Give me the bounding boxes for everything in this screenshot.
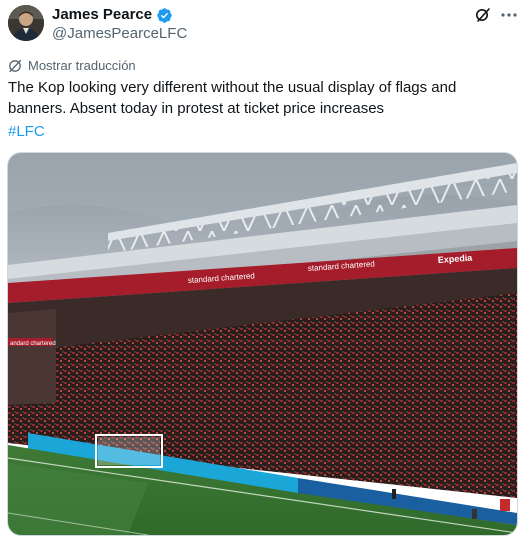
tweet-photo[interactable]: standard chartered Expedia standard char… <box>7 152 518 536</box>
translate-label: Mostrar traducción <box>28 58 136 73</box>
stadium-photo: standard chartered Expedia standard char… <box>8 153 517 535</box>
avatar[interactable] <box>8 5 44 41</box>
hashtag-link[interactable]: #LFC <box>8 121 45 142</box>
grok-icon[interactable] <box>475 7 491 23</box>
author-handle[interactable]: @JamesPearceLFC <box>52 25 187 43</box>
verified-badge-icon <box>156 7 173 24</box>
display-name[interactable]: James Pearce <box>52 6 152 24</box>
more-options-icon[interactable] <box>500 6 518 24</box>
sponsor-sign: andard chartered <box>10 341 56 347</box>
translate-icon <box>8 59 22 73</box>
tweet-text: The Kop looking very different without t… <box>8 79 457 117</box>
tweet-card[interactable]: James Pearce @JamesPearceLFC Mostrar tra… <box>0 0 526 540</box>
translate-button[interactable]: Mostrar traducción <box>8 58 136 74</box>
